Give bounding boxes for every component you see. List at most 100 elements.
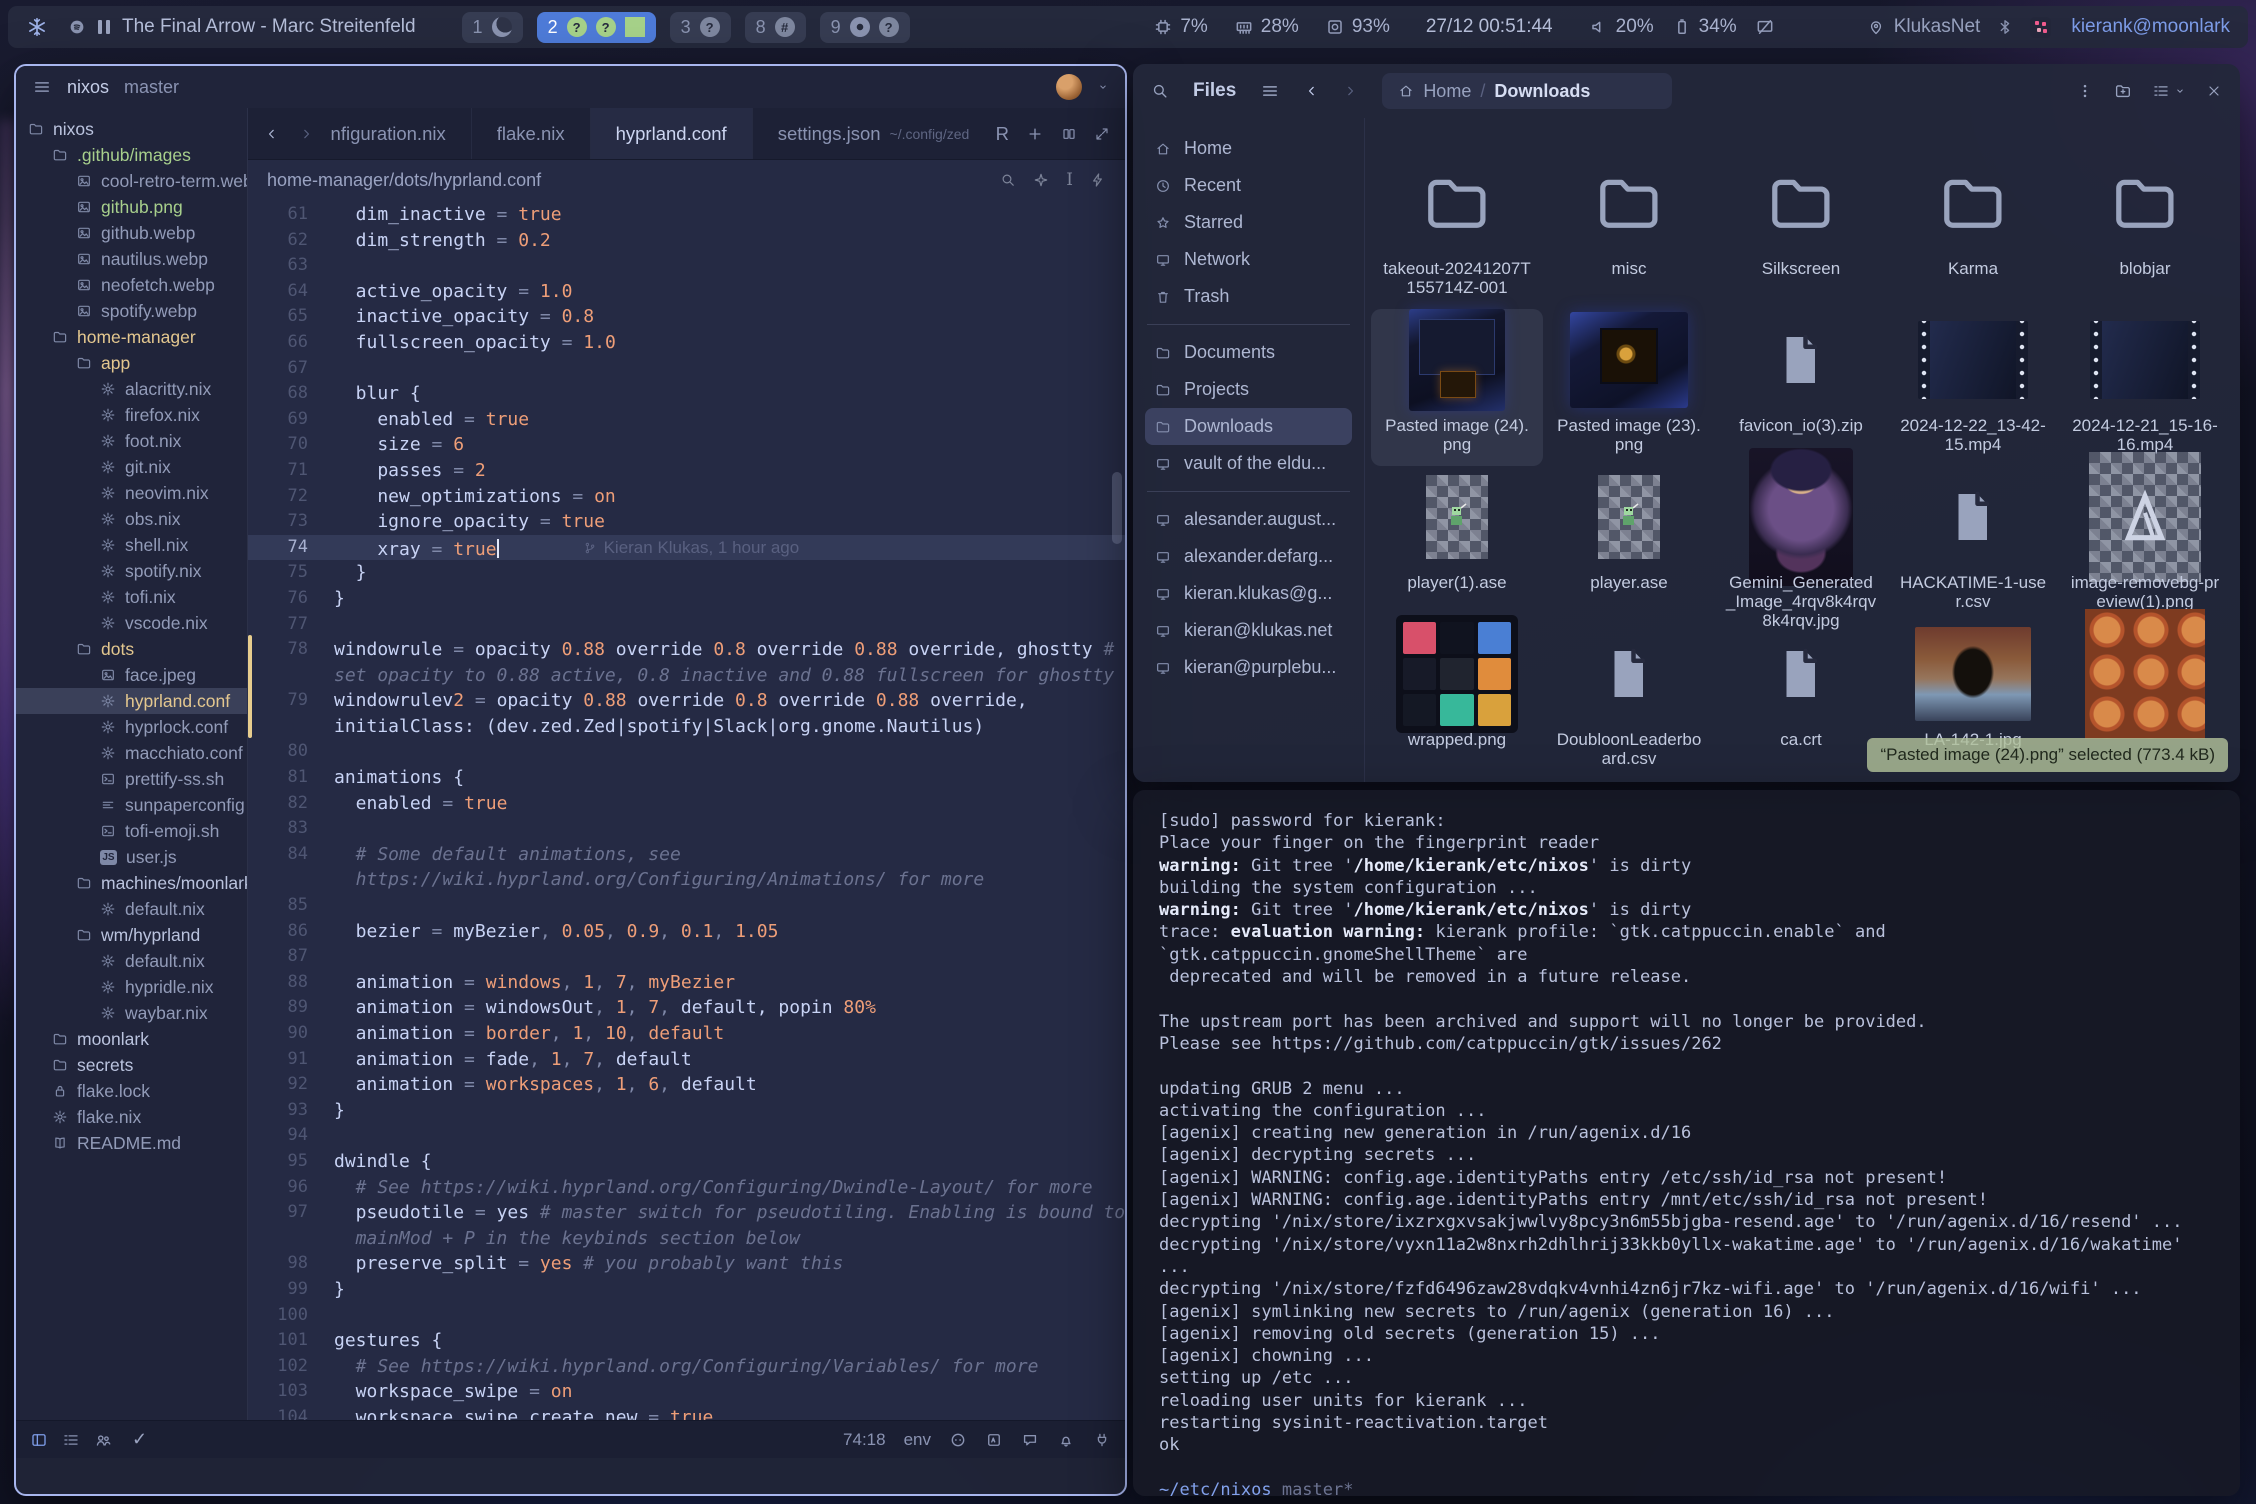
sidebar-item-vault-of-the-eldu[interactable]: vault of the eldu... [1145, 445, 1352, 482]
chevron-down-icon[interactable] [1097, 81, 1109, 93]
tree-item-firefox-nix[interactable]: firefox.nix [16, 402, 247, 428]
file-item-image-removebg-preview-1-png[interactable]: image-removebg-preview(1).png [2059, 466, 2231, 623]
code-line-wrap[interactable]: mainMod + P in the keybinds section belo… [248, 1226, 1125, 1252]
tree-item-spotify-webp[interactable]: spotify.webp [16, 298, 247, 324]
close-icon[interactable] [2206, 83, 2222, 99]
tree-item-hypridle-nix[interactable]: hypridle.nix [16, 974, 247, 1000]
sidebar-item-kieran-klukas-g[interactable]: kieran.klukas@g... [1145, 575, 1352, 612]
file-item-doubloonleaderboard-csv[interactable]: DoubloonLeaderboard.csv [1543, 623, 1715, 780]
code-line-90[interactable]: 90 animation = border, 1, 10, default [248, 1021, 1125, 1047]
sidebar-item-starred[interactable]: Starred [1145, 204, 1352, 241]
chat-icon[interactable] [1021, 1431, 1039, 1449]
tree-item-secrets[interactable]: secrets [16, 1052, 247, 1078]
code-actions-icon[interactable] [1090, 172, 1106, 188]
tree-item-obs-nix[interactable]: obs.nix [16, 506, 247, 532]
code-line-wrap[interactable]: set opacity to 0.88 active, 0.8 inactive… [248, 663, 1125, 689]
collab-panel-icon[interactable] [94, 1431, 112, 1449]
file-item-favicon-io-3-zip[interactable]: favicon_io(3).zip [1715, 309, 1887, 466]
notifications-icon[interactable] [1057, 1431, 1075, 1449]
nav-forward-icon[interactable] [298, 126, 314, 142]
code-line-67[interactable]: 67 [248, 356, 1125, 382]
sidebar-item-alexander-defarg[interactable]: alexander.defarg... [1145, 538, 1352, 575]
new-tab-icon[interactable] [1026, 125, 1044, 143]
tree-item-alacritty-nix[interactable]: alacritty.nix [16, 376, 247, 402]
file-item-misc[interactable]: misc [1543, 152, 1715, 309]
code-line-64[interactable]: 64 active_opacity = 1.0 [248, 279, 1125, 305]
tree-item-prettify-ss-sh[interactable]: prettify-ss.sh [16, 766, 247, 792]
code-line-102[interactable]: 102 # See https://wiki.hyprland.org/Conf… [248, 1354, 1125, 1380]
tree-item-github-images[interactable]: .github/images [16, 142, 247, 168]
code-line-104[interactable]: 104 workspace_swipe_create_new = true [248, 1405, 1125, 1420]
copilot-icon[interactable] [949, 1431, 967, 1449]
back-icon[interactable] [1304, 83, 1320, 99]
tree-item-dots[interactable]: dots [16, 636, 247, 662]
code-line-70[interactable]: 70 size = 6 [248, 432, 1125, 458]
code-line-97[interactable]: 97 pseudotile = yes # master switch for … [248, 1200, 1125, 1226]
sidebar-item-alesander-august[interactable]: alesander.august... [1145, 501, 1352, 538]
code-line-77[interactable]: 77 [248, 612, 1125, 638]
tree-item-foot-nix[interactable]: foot.nix [16, 428, 247, 454]
code-line-85[interactable]: 85 [248, 893, 1125, 919]
workspace-8[interactable]: 8# [745, 12, 806, 43]
code-line-73[interactable]: 73 ignore_opacity = true [248, 509, 1125, 535]
code-line-84[interactable]: 84 # Some default animations, see [248, 842, 1125, 868]
file-item-player-1-ase[interactable]: player(1).ase [1371, 466, 1543, 623]
tree-item-hyprland-conf[interactable]: hyprland.conf [16, 688, 247, 714]
inline-assist-icon[interactable] [1033, 172, 1049, 188]
code-line-wrap[interactable]: https://wiki.hyprland.org/Configuring/An… [248, 867, 1125, 893]
code-line-83[interactable]: 83 [248, 816, 1125, 842]
code-line-82[interactable]: 82 enabled = true [248, 791, 1125, 817]
workspace-1[interactable]: 1 [462, 12, 523, 43]
code-line-103[interactable]: 103 workspace_swipe = on [248, 1379, 1125, 1405]
workspace-9[interactable]: 9? [820, 12, 910, 43]
file-item-pasted-image-24-png[interactable]: Pasted image (24).png [1371, 309, 1543, 466]
sidebar-item-documents[interactable]: Documents [1145, 334, 1352, 371]
file-item-2024-12-21-15-16-16-mp4[interactable]: 2024-12-21_15-16-16.mp4 [2059, 309, 2231, 466]
tree-item-sunpaperconfig[interactable]: sunpaperconfig [16, 792, 247, 818]
tab-clipped[interactable]: R [996, 123, 1009, 145]
tree-item-github-png[interactable]: github.png [16, 194, 247, 220]
code-line-62[interactable]: 62 dim_strength = 0.2 [248, 228, 1125, 254]
tree-item-macchiato-conf[interactable]: macchiato.conf [16, 740, 247, 766]
file-item-wrapped-png[interactable]: wrapped.png [1371, 623, 1543, 780]
code-line-68[interactable]: 68 blur { [248, 381, 1125, 407]
sidebar-item-recent[interactable]: Recent [1145, 167, 1352, 204]
code-line-99[interactable]: 99} [248, 1277, 1125, 1303]
tree-item-hyprlock-conf[interactable]: hyprlock.conf [16, 714, 247, 740]
tree-item-spotify-nix[interactable]: spotify.nix [16, 558, 247, 584]
network-module[interactable]: KlukasNet [1867, 16, 1981, 38]
tree-item-nautilus-webp[interactable]: nautilus.webp [16, 246, 247, 272]
buffer-search-icon[interactable] [1000, 172, 1016, 188]
tree-item-machines-moonlark[interactable]: machines/moonlark [16, 870, 247, 896]
code-line-96[interactable]: 96 # See https://wiki.hyprland.org/Confi… [248, 1175, 1125, 1201]
cursor-mode-icon[interactable]: I [1066, 170, 1073, 190]
breadcrumb[interactable]: home-manager/dots/hyprland.conf [267, 170, 541, 191]
bluetooth-icon[interactable] [1996, 18, 2014, 36]
tray-app-icon[interactable] [2030, 17, 2051, 38]
tree-item-face-jpeg[interactable]: face.jpeg [16, 662, 247, 688]
path-current[interactable]: Downloads [1494, 81, 1590, 102]
file-item-2024-12-22-13-42-15-mp4[interactable]: 2024-12-22_13-42-15.mp4 [1887, 309, 2059, 466]
tree-item-shell-nix[interactable]: shell.nix [16, 532, 247, 558]
project-name[interactable]: nixos [67, 77, 109, 98]
tree-item-tofi-nix[interactable]: tofi.nix [16, 584, 247, 610]
code-line-72[interactable]: 72 new_optimizations = on [248, 484, 1125, 510]
workspace-2[interactable]: 2?? [537, 12, 656, 43]
tree-item-neovim-nix[interactable]: neovim.nix [16, 480, 247, 506]
file-item-player-ase[interactable]: player.ase [1543, 466, 1715, 623]
tree-item-tofi-emoji-sh[interactable]: tofi-emoji.sh [16, 818, 247, 844]
tree-item-default-nix[interactable]: default.nix [16, 948, 247, 974]
cursor-position[interactable]: 74:18 [843, 1430, 886, 1450]
code-line-wrap[interactable]: initialClass: (dev.zed.Zed|spotify|Slack… [248, 714, 1125, 740]
tree-item-neofetch-webp[interactable]: neofetch.webp [16, 272, 247, 298]
media-title[interactable]: The Final Arrow - Marc Streitenfeld [122, 16, 416, 38]
tree-item-app[interactable]: app [16, 350, 247, 376]
code-line-61[interactable]: 61 dim_inactive = true [248, 202, 1125, 228]
tree-item-flake-lock[interactable]: flake.lock [16, 1078, 247, 1104]
sidebar-item-kieran-purplebu[interactable]: kieran@purplebu... [1145, 649, 1352, 686]
file-item-blobjar[interactable]: blobjar [2059, 152, 2231, 309]
file-item-takeout-20241207t155714z-001[interactable]: takeout-20241207T155714Z-001 [1371, 152, 1543, 309]
code-line-93[interactable]: 93} [248, 1098, 1125, 1124]
file-item-ca-crt[interactable]: ca.crt [1715, 623, 1887, 780]
tab-configuration-nix[interactable]: configuration.nix [330, 108, 472, 159]
